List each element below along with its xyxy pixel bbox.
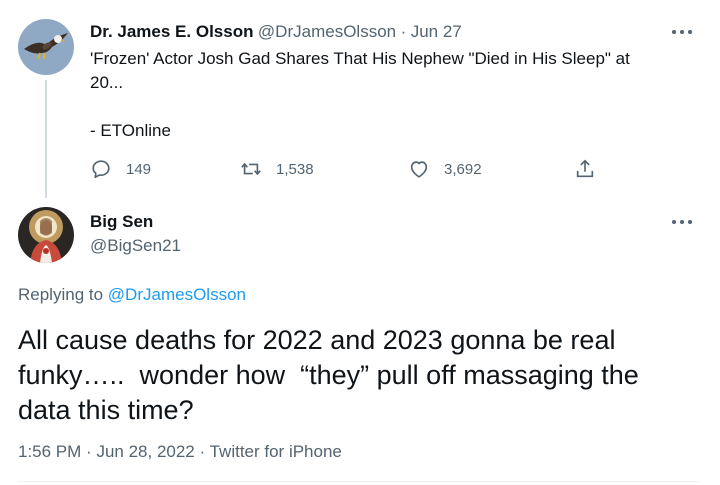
meta-separator-2: · (199, 442, 206, 461)
like-button[interactable]: 3,692 (408, 158, 482, 180)
parent-handle[interactable]: @DrJamesOlsson (258, 22, 396, 41)
parent-date[interactable]: Jun 27 (411, 22, 462, 41)
retweet-count: 1,538 (276, 160, 314, 178)
portrait-avatar-icon (18, 207, 74, 263)
share-icon (576, 159, 594, 178)
tweet-metadata: 1:56 PM · Jun 28, 2022 · Twitter for iPh… (18, 442, 342, 462)
tweet-time[interactable]: 1:56 PM (18, 442, 81, 461)
retweet-icon (241, 162, 261, 176)
thread-connector-line (45, 80, 47, 198)
tweet-date[interactable]: Jun 28, 2022 (96, 442, 194, 461)
replying-to-handle-link[interactable]: @DrJamesOlsson (108, 285, 246, 304)
reply-button[interactable]: 149 (90, 158, 151, 180)
main-text-line-3: data this time? (18, 395, 194, 425)
parent-text-line-2: 20... (90, 73, 124, 92)
main-more-icon[interactable] (672, 218, 692, 226)
parent-text-line-1: 'Frozen' Actor Josh Gad Shares That His … (90, 49, 630, 68)
parent-header-separator: · (400, 22, 407, 41)
parent-text-line-3: - ETOnline (90, 121, 171, 140)
main-text-line-2: funky….. wonder how “they” pull off mass… (18, 360, 639, 390)
parent-action-bar: 149 1,538 3,692 (90, 158, 610, 182)
tweet-source[interactable]: Twitter for iPhone (210, 442, 342, 461)
main-text-line-1: All cause deaths for 2022 and 2023 gonna… (18, 325, 616, 355)
share-button[interactable] (574, 158, 610, 180)
heart-icon (410, 161, 428, 178)
main-tweet-text: All cause deaths for 2022 and 2023 gonna… (18, 323, 708, 428)
parent-avatar[interactable] (18, 19, 74, 75)
reply-icon (92, 160, 110, 179)
eagle-avatar-icon (18, 19, 74, 75)
meta-separator-1: · (86, 442, 92, 461)
parent-tweet-text: 'Frozen' Actor Josh Gad Shares That His … (90, 47, 700, 143)
main-avatar[interactable] (18, 207, 74, 263)
bottom-divider (18, 481, 700, 482)
replying-to-label: Replying to (18, 285, 104, 304)
retweet-button[interactable]: 1,538 (240, 158, 314, 180)
replying-to: Replying to @DrJamesOlsson (18, 285, 246, 305)
parent-display-name[interactable]: Dr. James E. Olsson (90, 22, 253, 41)
like-count: 3,692 (444, 160, 482, 178)
parent-more-icon[interactable] (672, 28, 692, 36)
main-handle[interactable]: @BigSen21 (90, 236, 181, 256)
parent-tweet-header: Dr. James E. Olsson @DrJamesOlsson · Jun… (90, 22, 462, 42)
reply-count: 149 (126, 160, 152, 178)
main-display-name[interactable]: Big Sen (90, 212, 153, 232)
